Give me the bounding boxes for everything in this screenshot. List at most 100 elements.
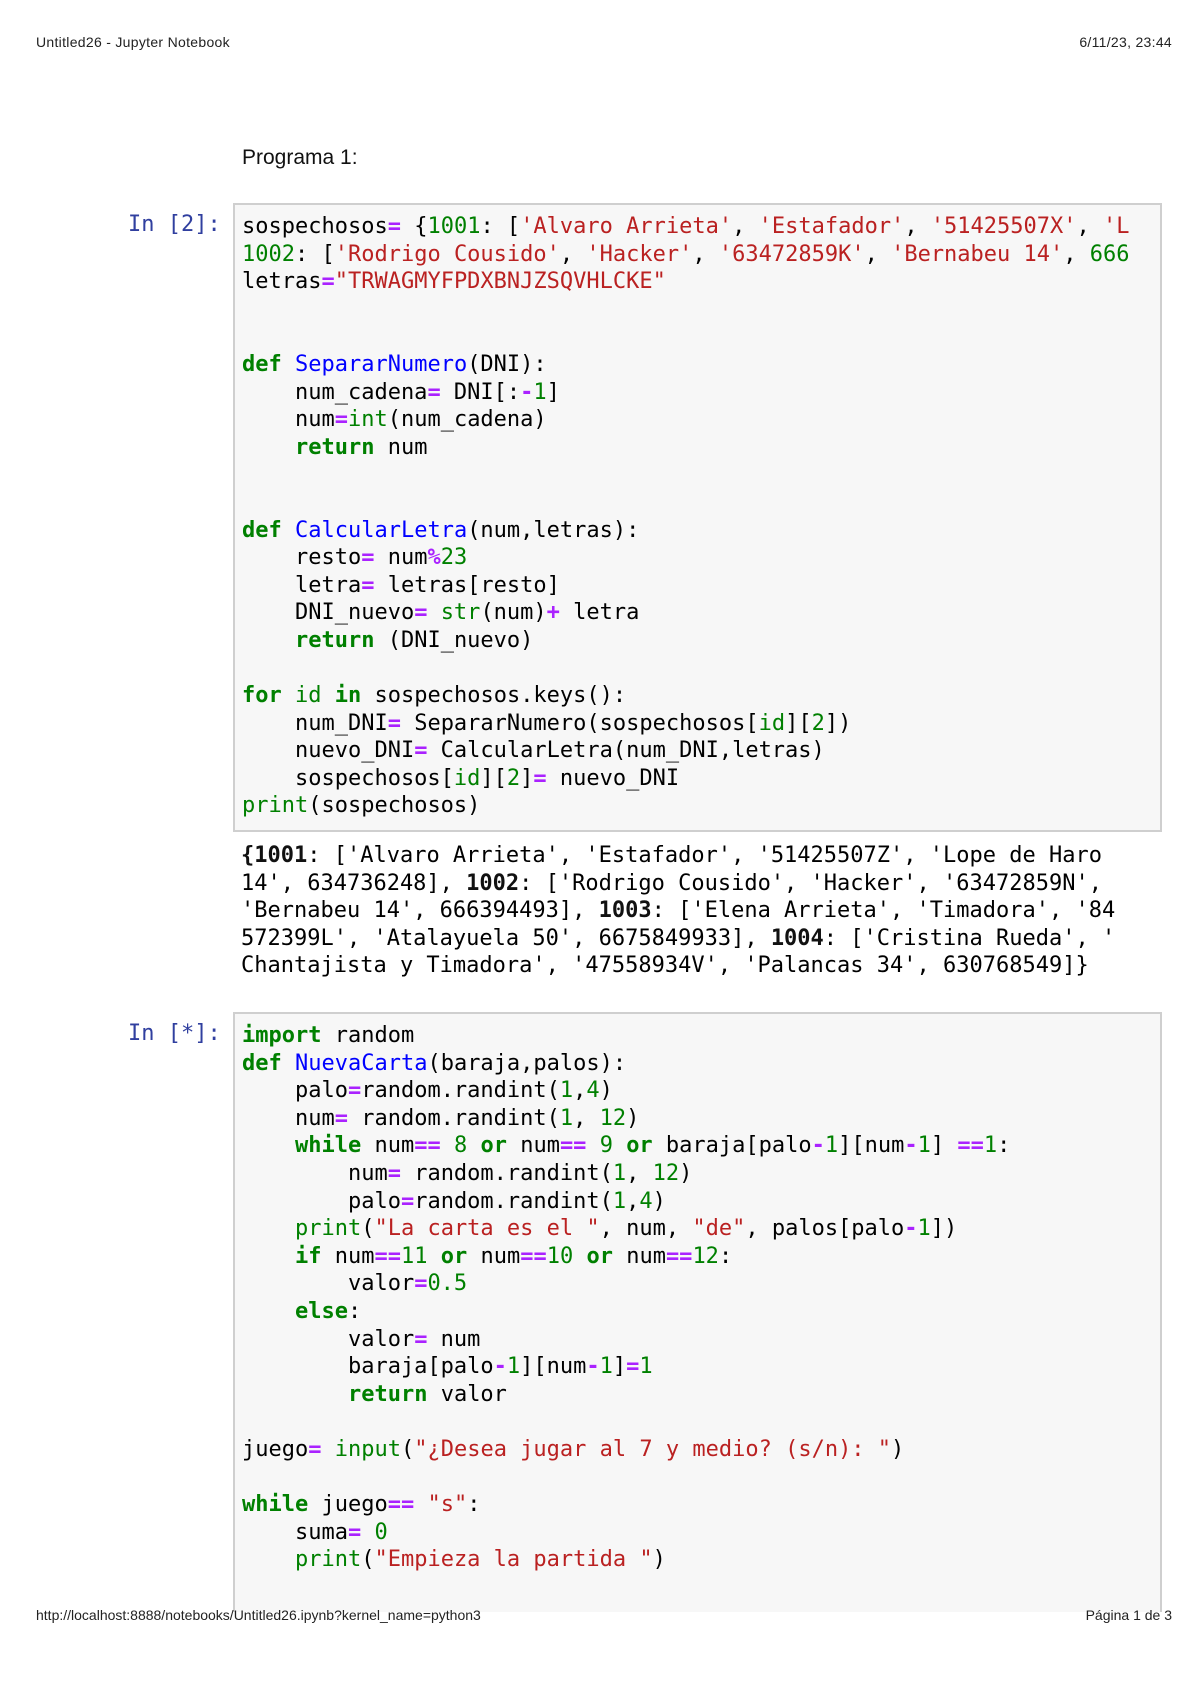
code-token: == — [520, 1243, 547, 1269]
code-token: ] — [612, 1354, 627, 1380]
code-cell-2[interactable]: import random def NuevaCarta(baraja,palos… — [233, 1012, 1162, 1612]
code-token: import — [242, 1023, 322, 1048]
code-token: sospechosos[ — [242, 765, 454, 791]
code-token: random.randint( — [400, 1160, 613, 1186]
code-editor[interactable]: sospechosos= {1001: ['Alvaro Arrieta', '… — [242, 213, 1160, 820]
code-token: palo — [242, 1078, 348, 1104]
code-token: 'Estafador' — [758, 214, 905, 239]
code-token: "TRWAGMYFPDXBNJZSQVHLCKE" — [334, 269, 666, 295]
code-token: 'Alvaro Arrieta' — [520, 214, 733, 239]
code-token: ][num — [838, 1133, 905, 1159]
code-token: or — [586, 1243, 613, 1269]
code-token: random.randint( — [361, 1078, 560, 1104]
code-token: , — [1063, 241, 1090, 267]
code-line: palo=random.randint(1,4) — [242, 1188, 1160, 1216]
code-token: "¿Desea jugar al 7 y medio? (s/n): " — [414, 1436, 892, 1462]
code-token: , — [559, 241, 587, 267]
code-token: = — [626, 1354, 640, 1380]
code-line: DNI_nuevo= str(num)+ letra — [242, 599, 1160, 627]
code-cell-1[interactable]: sospechosos= {1001: ['Alvaro Arrieta', '… — [233, 203, 1162, 832]
code-token: suma — [242, 1519, 348, 1545]
code-token: (DNI): — [467, 351, 547, 377]
code-token: ( — [400, 1436, 415, 1462]
code-token: num — [427, 1326, 481, 1352]
code-token: - — [904, 1216, 918, 1242]
code-line: else: — [242, 1298, 1160, 1326]
code-token: else — [294, 1298, 348, 1324]
code-token: valor — [242, 1271, 415, 1297]
code-line: 14', 634736248], 1002: ['Rodrigo Cousido… — [241, 870, 1115, 898]
page-header-datetime: 6/11/23, 23:44 — [1079, 34, 1172, 50]
code-token: SepararNumero(sospechosos[ — [400, 710, 759, 736]
code-line: for id in sospechosos.keys(): — [242, 682, 1160, 710]
code-token: , palos[palo — [745, 1216, 905, 1242]
markdown-cell: Programa 1: — [242, 146, 358, 169]
code-token: palo — [242, 1188, 401, 1214]
code-token: id — [758, 710, 786, 736]
code-token: return — [347, 1381, 428, 1407]
code-editor[interactable]: import random def NuevaCarta(baraja,palos… — [242, 1022, 1160, 1574]
code-token: = — [334, 407, 348, 433]
code-token: print — [294, 1547, 362, 1573]
code-token: '63472859K' — [718, 241, 865, 267]
code-token: + — [546, 600, 560, 626]
code-token: random — [321, 1023, 415, 1048]
code-token: 2 — [506, 765, 521, 791]
code-token: ) — [599, 1078, 613, 1104]
code-token: == — [414, 1133, 441, 1159]
code-token: num — [612, 1243, 666, 1269]
code-token: : ['Rodrigo Cousido', 'Hacker', '6347285… — [519, 870, 1102, 896]
code-token: 1 — [983, 1133, 998, 1159]
code-token: valor — [427, 1381, 507, 1407]
code-line: baraja[palo-1][num-1]=1 — [242, 1353, 1160, 1381]
code-line: while juego== "s": — [242, 1491, 1160, 1519]
code-line: def NuevaCarta(baraja,palos): — [242, 1050, 1160, 1078]
code-token: , — [573, 1078, 587, 1104]
code-token: 2 — [811, 710, 825, 736]
code-line: return num — [242, 434, 1160, 462]
code-token: ][ — [480, 765, 507, 791]
code-line: palo=random.randint(1,4) — [242, 1077, 1160, 1105]
code-token: == — [665, 1243, 693, 1269]
code-token: 1 — [506, 1354, 521, 1380]
code-token: , — [904, 214, 931, 239]
code-token: num — [361, 1133, 415, 1159]
code-token: = — [361, 572, 375, 598]
code-line: 572399L', 'Atalayuela 50', 6675849933], … — [241, 925, 1115, 953]
code-token: "La carta es el " — [374, 1216, 600, 1242]
code-token: = — [347, 1519, 362, 1545]
code-token: , — [1076, 214, 1104, 239]
code-token: DNI[: — [440, 379, 521, 405]
code-token: = — [321, 269, 335, 295]
code-line: letras="TRWAGMYFPDXBNJZSQVHLCKE" — [242, 268, 1160, 296]
code-token: 4 — [586, 1078, 600, 1104]
code-token: def — [242, 517, 282, 543]
code-token: 4 — [639, 1188, 653, 1214]
code-token: 1 — [917, 1216, 931, 1242]
code-token: == — [387, 1492, 415, 1518]
code-token: 'Bernabeu 14' — [891, 241, 1064, 267]
code-token: sospechosos.keys(): — [361, 683, 627, 709]
code-token: : — [467, 1492, 481, 1518]
code-token: letra — [242, 572, 362, 598]
code-token: num — [242, 407, 335, 433]
code-token: ) — [626, 1105, 640, 1131]
code-token: 1003 — [598, 898, 652, 924]
code-line: valor= num — [242, 1326, 1160, 1354]
code-token: while — [294, 1133, 362, 1159]
code-token: num_DNI — [242, 710, 388, 736]
code-token: 12 — [692, 1243, 719, 1269]
code-token: ][num — [520, 1354, 587, 1380]
code-token: = — [414, 1271, 428, 1297]
code-line: num= random.randint(1, 12) — [242, 1105, 1160, 1133]
code-token: == — [559, 1133, 587, 1159]
code-token: valor — [242, 1326, 415, 1352]
